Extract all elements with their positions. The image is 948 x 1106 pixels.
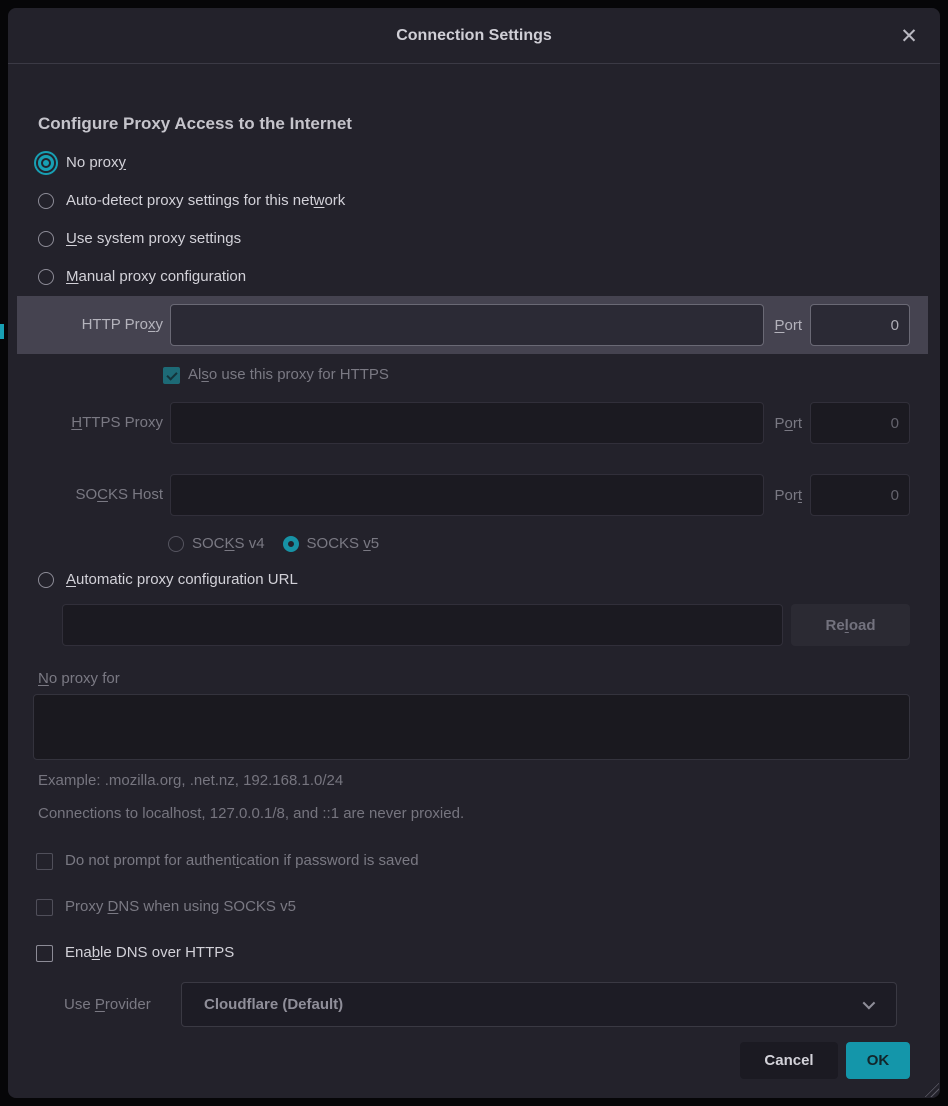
connection-settings-dialog: Connection Settings ✕ Configure Proxy Ac… [8, 8, 940, 1098]
checkbox-no-prompt-auth[interactable] [36, 853, 53, 870]
no-proxy-for-textarea[interactable] [33, 694, 910, 760]
socks-host-input[interactable] [170, 474, 764, 516]
socks-port-label: Port [774, 487, 802, 504]
checkbox-dns-over-https[interactable] [36, 945, 53, 962]
also-https-row: Also use this proxy for HTTPS [163, 362, 910, 388]
option-label-manual-proxy: Manual proxy configuration [66, 268, 246, 287]
dialog-title: Connection Settings [396, 27, 552, 45]
socks-v4-item: SOCKS v4 [168, 535, 265, 554]
use-provider-label: Use Provider [64, 996, 169, 1013]
dialog-content: Configure Proxy Access to the Internet N… [8, 64, 940, 1098]
option-label-no-proxy: No proxy [66, 154, 126, 173]
radio-no-proxy[interactable] [38, 155, 54, 171]
radio-socks-v4[interactable] [168, 536, 184, 552]
checkbox-row-proxy-dns: Proxy DNS when using SOCKS v5 [36, 896, 910, 918]
dialog-footer: Cancel OK [30, 1042, 910, 1079]
checkbox-row-no-prompt: Do not prompt for authentication if pass… [36, 850, 910, 872]
option-row-auto-detect: Auto-detect proxy settings for this netw… [30, 182, 910, 220]
also-https-label: Also use this proxy for HTTPS [188, 366, 389, 385]
chevron-down-icon [863, 997, 876, 1010]
https-proxy-label: HTTPS Proxy [30, 414, 163, 433]
auto-config-url-row: Reload [62, 604, 910, 646]
http-port-input[interactable] [810, 304, 910, 346]
close-button[interactable]: ✕ [894, 21, 924, 51]
http-proxy-label: HTTP Proxy [30, 316, 163, 335]
dns-over-https-label: Enable DNS over HTTPS [65, 944, 234, 963]
no-proxy-for-label: No proxy for [38, 670, 910, 687]
http-port-label: Port [774, 317, 802, 334]
https-proxy-input[interactable] [170, 402, 764, 444]
provider-dropdown[interactable]: Cloudflare (Default) [181, 982, 897, 1027]
http-proxy-row: HTTP Proxy Port [17, 296, 928, 354]
socks-host-label: SOCKS Host [30, 486, 163, 505]
auto-config-url-input[interactable] [62, 604, 783, 646]
socks-version-row: SOCKS v4 SOCKS v5 [168, 532, 910, 556]
radio-auto-detect[interactable] [38, 193, 54, 209]
provider-row: Use Provider Cloudflare (Default) [30, 982, 910, 1027]
https-proxy-row: HTTPS Proxy Port [30, 402, 910, 444]
option-row-auto-config: Automatic proxy configuration URL [30, 566, 910, 594]
background-artifact [0, 324, 4, 339]
checkbox-proxy-dns[interactable] [36, 899, 53, 916]
auto-config-label: Automatic proxy configuration URL [66, 571, 298, 590]
socks-port-input[interactable] [810, 474, 910, 516]
provider-selected-value: Cloudflare (Default) [204, 996, 343, 1013]
hint-example: Example: .mozilla.org, .net.nz, 192.168.… [38, 772, 910, 789]
option-row-no-proxy: No proxy [30, 144, 910, 182]
socks-v5-label: SOCKS v5 [307, 535, 380, 554]
ok-button[interactable]: OK [846, 1042, 910, 1079]
hint-localhost: Connections to localhost, 127.0.0.1/8, a… [38, 805, 910, 822]
radio-system-proxy[interactable] [38, 231, 54, 247]
https-port-label: Port [774, 415, 802, 432]
option-row-manual-proxy: Manual proxy configuration [30, 258, 910, 296]
radio-auto-config[interactable] [38, 572, 54, 588]
https-port-input[interactable] [810, 402, 910, 444]
reload-button[interactable]: Reload [791, 604, 910, 646]
proxy-dns-label: Proxy DNS when using SOCKS v5 [65, 898, 296, 917]
no-prompt-auth-label: Do not prompt for authentication if pass… [65, 852, 419, 871]
option-label-system-proxy: Use system proxy settings [66, 230, 241, 249]
socks-v4-label: SOCKS v4 [192, 535, 265, 554]
socks-v5-item: SOCKS v5 [283, 535, 380, 554]
page-title: Configure Proxy Access to the Internet [38, 114, 910, 134]
checkbox-row-dns-over-https: Enable DNS over HTTPS [36, 942, 910, 964]
cancel-button[interactable]: Cancel [740, 1042, 838, 1079]
radio-socks-v5[interactable] [283, 536, 299, 552]
socks-host-row: SOCKS Host Port [30, 474, 910, 516]
option-row-system-proxy: Use system proxy settings [30, 220, 910, 258]
radio-manual-proxy[interactable] [38, 269, 54, 285]
option-label-auto-detect: Auto-detect proxy settings for this netw… [66, 192, 345, 211]
checkbox-also-https[interactable] [163, 367, 180, 384]
dialog-titlebar: Connection Settings ✕ [8, 8, 940, 64]
http-proxy-input[interactable] [170, 304, 764, 346]
close-icon: ✕ [900, 24, 918, 48]
